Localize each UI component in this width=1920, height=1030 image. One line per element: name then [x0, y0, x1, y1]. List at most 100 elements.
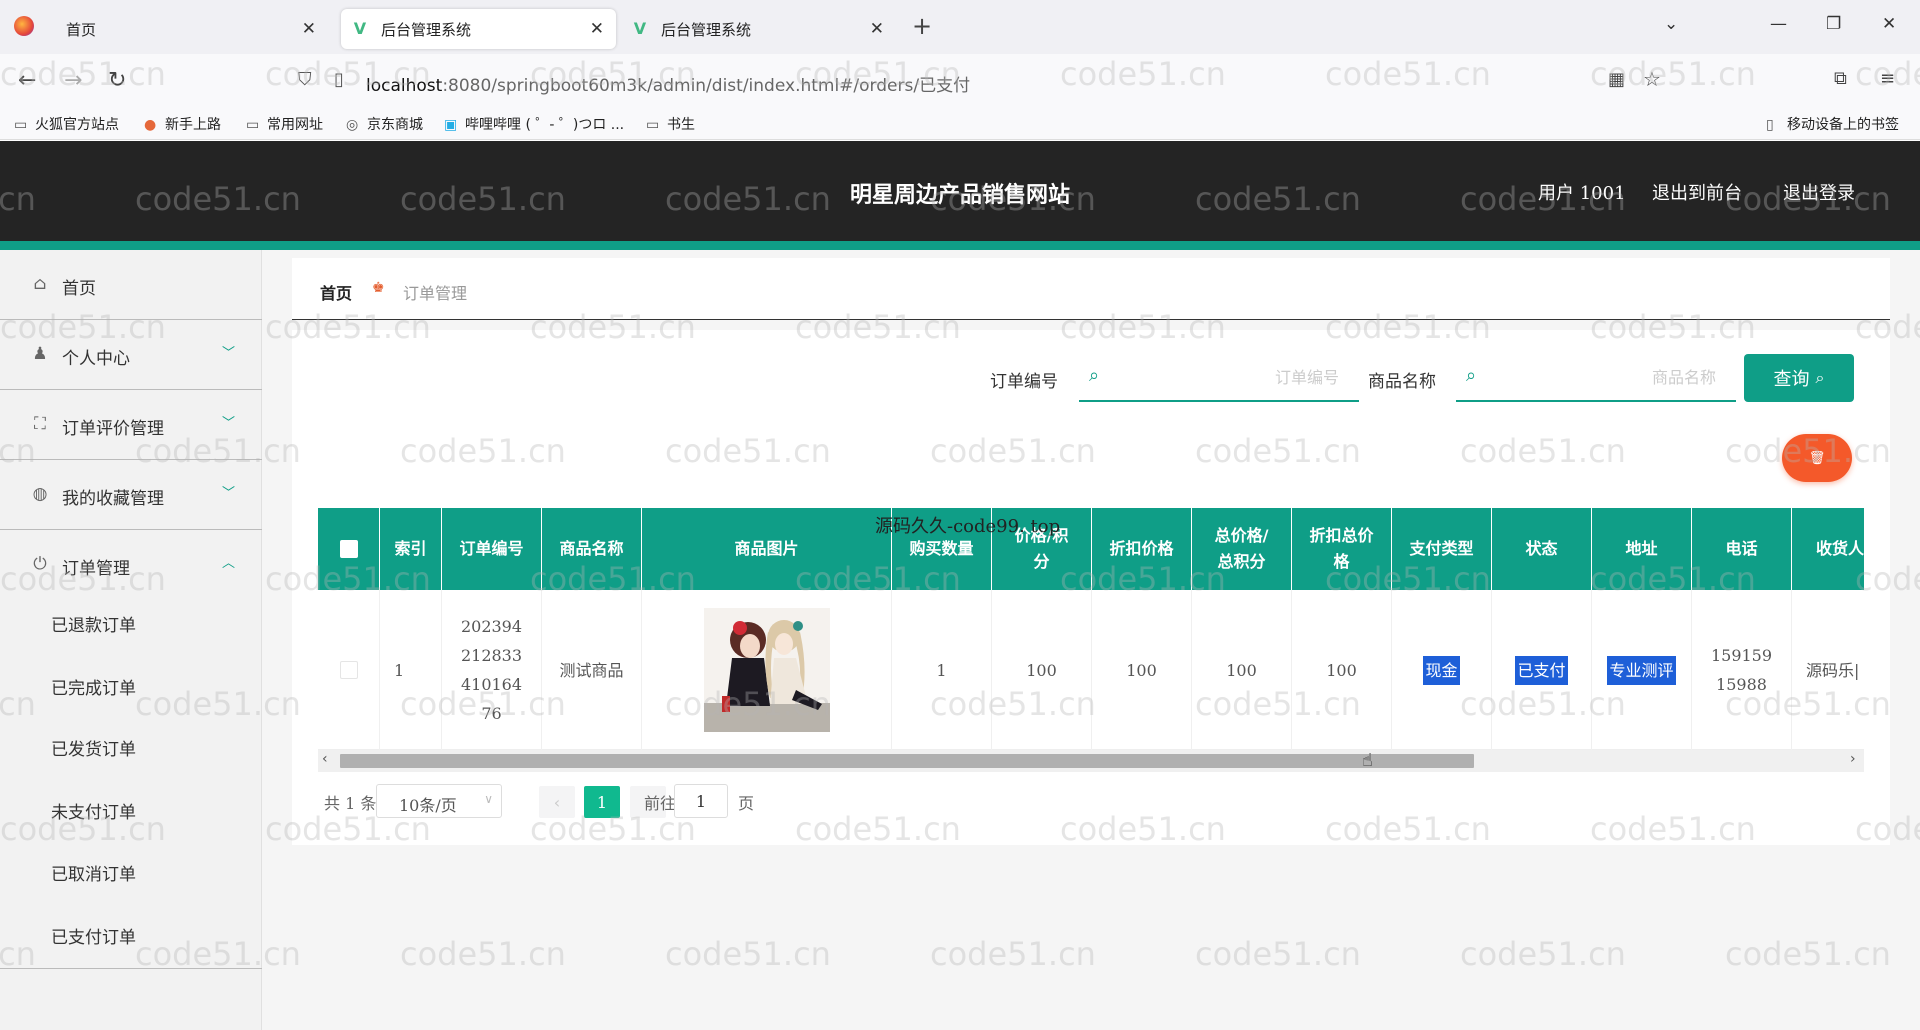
horizontal-scrollbar[interactable]: ‹ › — [318, 750, 1864, 772]
orders-card: 订单编号 ⌕ 商品名称 ⌕ 查询 ⌕ 🗑 索引 订单编号 商品名称 商品图片 购… — [292, 330, 1890, 845]
bookmark-item[interactable]: ● 新手上路 — [144, 114, 221, 134]
address-bar[interactable]: ⛉ ▯ localhost:8080/springboot60m3k/admin… — [288, 62, 1676, 100]
chevron-up-icon: ︿ — [222, 556, 236, 571]
tab-close-icon[interactable]: ✕ — [870, 19, 884, 39]
goto-page-input[interactable] — [674, 784, 728, 818]
address-text: 专业测评 — [1607, 655, 1676, 685]
sidebar-item-favorites[interactable]: ◍ 我的收藏管理 ﹀ — [0, 460, 262, 530]
submenu-completed-orders[interactable]: 已完成订单 — [51, 674, 136, 699]
mouse-cursor-icon: ☝ — [1362, 750, 1373, 771]
menu-icon[interactable]: ≡ — [1880, 68, 1895, 89]
product-name-label: 商品名称 — [1368, 372, 1436, 392]
scroll-left-icon[interactable]: ‹ — [322, 751, 328, 767]
submenu-unpaid-orders[interactable]: 未支付订单 — [51, 798, 136, 823]
submenu-refunded-orders[interactable]: 已退款订单 — [51, 611, 136, 636]
scrollbar-thumb[interactable] — [340, 754, 1474, 768]
divider — [0, 968, 262, 969]
submenu-paid-orders[interactable]: 已支付订单 — [51, 923, 136, 948]
cell-phone: 15915915988 — [1692, 590, 1792, 750]
column-header: 状态 — [1492, 508, 1592, 590]
sidebar-item-order-management[interactable]: ⏻ 订单管理 ︿ — [0, 530, 262, 600]
logout-link[interactable]: 退出登录 — [1783, 179, 1855, 205]
cell-quantity: 1 — [892, 590, 992, 750]
search-icon: ⌕ — [1089, 365, 1100, 386]
cell-receiver: 源码乐| — [1792, 590, 1864, 750]
tab-admin-active[interactable]: V 后台管理系统 ✕ — [341, 9, 616, 49]
reload-icon[interactable]: ↻ — [108, 68, 126, 93]
select-all-cell — [318, 508, 380, 590]
sidebar-item-order-review[interactable]: ⛶ 订单评价管理 ﹀ — [0, 390, 262, 460]
row-checkbox[interactable] — [339, 661, 358, 679]
column-header: 折扣价格 — [1092, 508, 1192, 590]
bookmark-item[interactable]: ▭ 火狐官方站点 — [14, 114, 119, 134]
browser-tab-bar: 首页 ✕ V 后台管理系统 ✕ V 后台管理系统 ✕ + ⌄ — ❐ ✕ — [0, 0, 1920, 54]
column-header: 电话 — [1692, 508, 1792, 590]
tab-home[interactable]: 首页 ✕ — [50, 9, 328, 49]
url-text: localhost:8080/springboot60m3k/admin/dis… — [366, 76, 971, 96]
forward-arrow-icon[interactable]: → — [64, 68, 82, 93]
query-button-label: 查询 — [1773, 369, 1810, 390]
back-to-front-link[interactable]: 退出到前台 — [1652, 179, 1742, 205]
cell-product-image — [642, 590, 892, 750]
delete-button[interactable]: 🗑 — [1782, 434, 1852, 482]
goto-suffix: 页 — [738, 794, 755, 813]
minimize-icon[interactable]: — — [1770, 14, 1787, 34]
new-tab-plus-icon[interactable]: + — [912, 12, 932, 40]
column-header: 商品名称 — [542, 508, 642, 590]
extensions-icon[interactable]: ⧉ — [1834, 68, 1847, 89]
main-content: 首页 ♚ 订单管理 订单编号 ⌕ 商品名称 ⌕ 查询 ⌕ 🗑 索引 订单编号 — [262, 250, 1920, 1030]
submenu-cancelled-orders[interactable]: 已取消订单 — [51, 860, 136, 885]
chevron-down-icon: ﹀ — [222, 346, 236, 361]
mobile-bookmarks[interactable]: ▯ 移动设备上的书签 — [1766, 114, 1899, 134]
pagination-total: 共 1 条 — [324, 794, 377, 813]
tab-list-chevron-icon[interactable]: ⌄ — [1664, 14, 1678, 34]
window-close-icon[interactable]: ✕ — [1882, 14, 1896, 34]
query-button[interactable]: 查询 ⌕ — [1744, 354, 1854, 402]
orders-table: 索引 订单编号 商品名称 商品图片 购买数量 价格/积分 折扣价格 总价格/总积… — [318, 508, 1864, 758]
column-header: 收货人 — [1792, 508, 1864, 590]
sidebar-item-home[interactable]: ⌂ 首页 — [0, 250, 262, 320]
sidebar-item-personal-center[interactable]: ♟ 个人中心 ﹀ — [0, 320, 262, 390]
tab-close-icon[interactable]: ✕ — [302, 19, 316, 39]
folder-icon: ▭ — [14, 117, 28, 133]
breadcrumb-home[interactable]: 首页 — [320, 280, 352, 304]
tab-title: 后台管理系统 — [661, 20, 752, 39]
cell-discount-total: 100 — [1292, 590, 1392, 750]
shield-icon: ⛉ — [298, 69, 312, 90]
bookmark-star-icon[interactable]: ☆ — [1643, 67, 1661, 91]
bookmarks-bar: ▭ 火狐官方站点 ● 新手上路 ▭ 常用网址 ◎ 京东商城 ▣ 哔哩哔哩 ( ゜- ゜)つ… — [0, 108, 1920, 140]
qr-code-icon[interactable]: ▦ — [1608, 69, 1625, 90]
chevron-down-icon: ∨ — [484, 792, 493, 806]
power-icon: ⏻ — [33, 554, 47, 574]
submenu-shipped-orders[interactable]: 已发货订单 — [51, 735, 136, 760]
page-number-button[interactable]: 1 — [584, 786, 620, 818]
table-row[interactable]: 1 20239421283341016476 测试商品 1 100 100 10… — [318, 590, 1864, 750]
bookmark-item[interactable]: ▭ 常用网址 — [246, 114, 323, 134]
back-arrow-icon[interactable]: ← — [18, 68, 36, 93]
breadcrumb: 首页 ♚ 订单管理 — [292, 258, 1890, 320]
select-all-checkbox[interactable] — [339, 540, 358, 558]
tab-admin[interactable]: V 后台管理系统 ✕ — [621, 9, 896, 49]
product-name-input[interactable] — [1496, 362, 1726, 392]
search-icon: ⌕ — [1466, 365, 1477, 386]
breadcrumb-current: 订单管理 — [403, 284, 468, 303]
order-no-search: ⌕ — [1079, 352, 1359, 402]
mobile-icon: ▯ — [1766, 117, 1774, 133]
tab-close-icon[interactable]: ✕ — [590, 19, 604, 39]
sidebar-item-label: 订单评价管理 — [62, 419, 164, 439]
bookmark-item[interactable]: ▭ 书生 — [646, 114, 695, 134]
firefox-icon[interactable] — [14, 16, 34, 36]
goto-prefix: 前往 — [644, 794, 677, 813]
fullscreen-icon: ⛶ — [34, 414, 46, 434]
bookmark-item[interactable]: ▣ 哔哩哔哩 ( ゜- ゜)つロ ... — [444, 114, 624, 134]
scroll-right-icon[interactable]: › — [1850, 751, 1856, 767]
header-accent-strip — [0, 241, 1920, 250]
folder-icon: ▭ — [246, 117, 260, 133]
restore-icon[interactable]: ❐ — [1826, 14, 1841, 34]
order-no-input[interactable] — [1119, 362, 1349, 392]
prev-page-button[interactable]: ‹ — [539, 786, 575, 818]
product-thumbnail[interactable] — [703, 608, 830, 732]
page-size-select[interactable]: 10条/页 ∨ — [376, 784, 502, 818]
bookmark-item[interactable]: ◎ 京东商城 — [346, 114, 423, 134]
cell-status: 已支付 — [1492, 590, 1592, 750]
